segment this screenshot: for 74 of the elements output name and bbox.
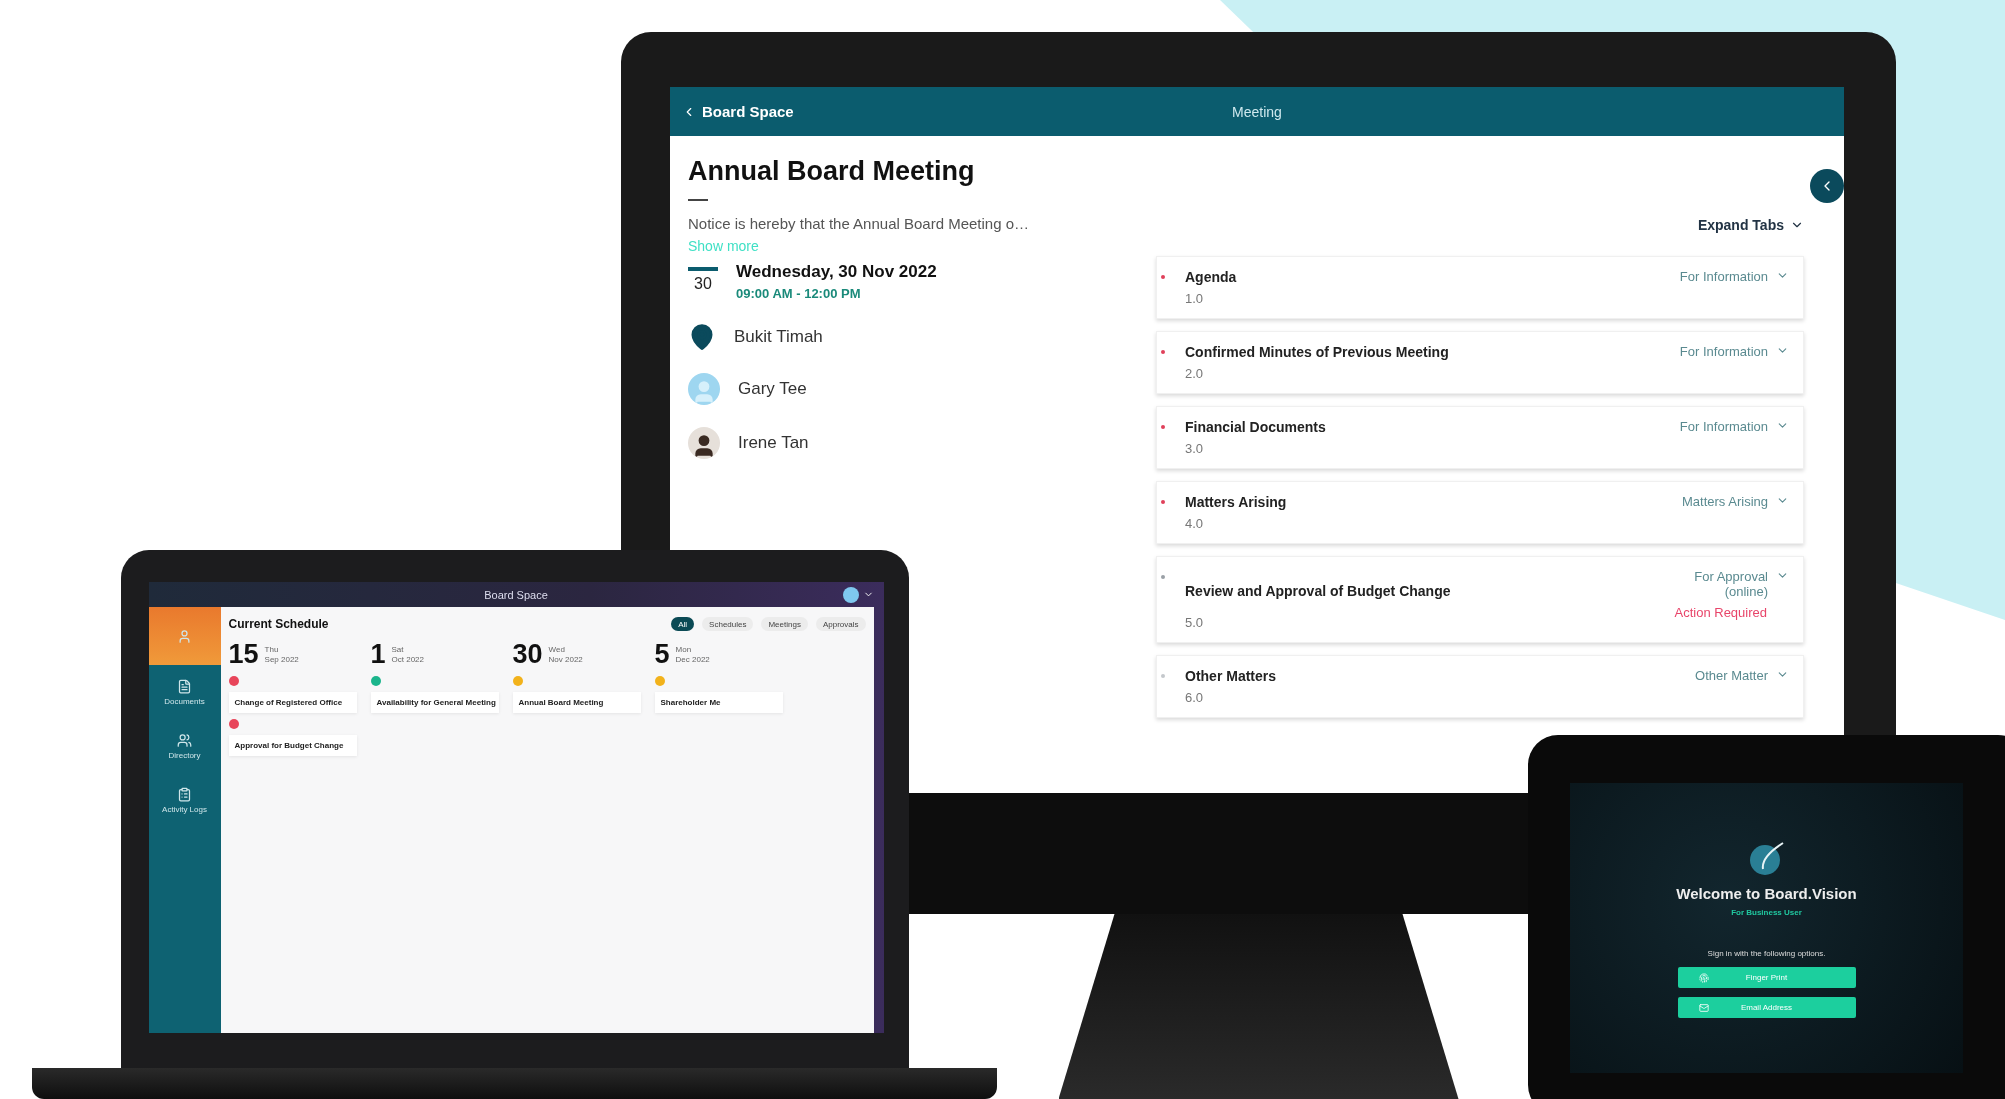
sidebar-item[interactable]: Activity Logs: [148, 773, 221, 827]
day-meta: Mon Dec 2022: [675, 644, 710, 665]
user-avatar-icon[interactable]: [842, 586, 859, 603]
status-dropdown[interactable]: Matters Arising: [1682, 494, 1789, 509]
day-number: 1: [370, 639, 386, 670]
agenda-card[interactable]: Agenda 1.0 For Information: [1156, 256, 1804, 319]
sidebar-item[interactable]: Directory: [148, 719, 221, 773]
status-dropdown[interactable]: For Information: [1679, 419, 1789, 434]
agenda-number: 3.0: [1185, 441, 1205, 456]
agenda-card[interactable]: Confirmed Minutes of Previous Meeting 2.0 For Information: [1156, 331, 1804, 394]
agenda-title: Matters Arising: [1185, 494, 1288, 510]
day-number: 5: [654, 639, 670, 670]
location-text: Bukit Timah: [734, 327, 823, 347]
collapse-button[interactable]: [1810, 169, 1844, 203]
status-dropdown[interactable]: For Approval (online): [1659, 569, 1789, 599]
status-dropdown[interactable]: For Information: [1679, 344, 1789, 359]
event-card[interactable]: Change of Registered Office: [228, 692, 357, 713]
status-dropdown[interactable]: Other Matter: [1695, 668, 1789, 683]
directory-icon: [177, 732, 192, 748]
agenda-title: Review and Approval of Budget Change: [1185, 583, 1452, 599]
agenda-card[interactable]: Other Matters 6.0 Other Matter: [1156, 655, 1804, 718]
agenda-card[interactable]: Financial Documents 3.0 For Information: [1156, 406, 1804, 469]
day-number: 30: [512, 639, 543, 670]
welcome-title: Welcome to Board.Vision: [1676, 885, 1857, 902]
agenda-number: 1.0: [1185, 291, 1205, 306]
event-card[interactable]: Availability for General Meeting: [370, 692, 499, 713]
filter-pill[interactable]: All: [671, 617, 695, 631]
event-card[interactable]: Annual Board Meeting: [512, 692, 641, 713]
agenda-title: Confirmed Minutes of Previous Meeting: [1185, 344, 1450, 360]
event-title: Shareholder Me: [660, 698, 722, 707]
agenda-card[interactable]: Review and Approval of Budget Change 5.0 For Approval (online) Action Required: [1156, 556, 1804, 643]
event-title: Annual Board Meeting: [518, 698, 605, 707]
section-heading: Current Schedule: [228, 617, 329, 631]
meeting-title: Annual Board Meeting: [688, 156, 976, 187]
action-required-label: Action Required: [1674, 605, 1767, 620]
filter-pill[interactable]: Schedules: [702, 617, 754, 631]
filter-pill[interactable]: Approvals: [815, 617, 866, 631]
event-card[interactable]: Shareholder Me: [654, 692, 783, 713]
meeting-time: 09:00 AM - 12:00 PM: [736, 286, 862, 301]
email-icon: [1698, 1002, 1709, 1013]
agenda-title: Other Matters: [1185, 668, 1278, 684]
header-title: Meeting: [1232, 103, 1282, 120]
event-title: Approval for Budget Change: [234, 741, 345, 750]
status-dropdown[interactable]: For Information: [1679, 269, 1789, 284]
sidebar-item[interactable]: Documents: [148, 665, 221, 719]
agenda-number: 4.0: [1185, 516, 1205, 531]
document-icon: [177, 678, 192, 694]
avatar-icon: [688, 373, 720, 405]
welcome-subtitle: For Business User: [1731, 908, 1802, 917]
agenda-number: 2.0: [1185, 366, 1205, 381]
back-link[interactable]: Board Space: [682, 103, 1233, 120]
agenda-card[interactable]: Matters Arising 4.0 Matters Arising: [1156, 481, 1804, 544]
meeting-date: Wednesday, 30 Nov 2022: [736, 262, 937, 282]
agenda-number: 6.0: [1185, 690, 1205, 705]
day-number: 15: [228, 639, 259, 670]
agenda-title: Agenda: [1185, 269, 1238, 285]
fingerprint-icon: [1698, 972, 1709, 983]
notice-text: Notice is hereby that the Annual Board Meeting o…: [688, 215, 1030, 232]
day-meta: Thu Sep 2022: [264, 644, 299, 665]
agenda-title: Financial Documents: [1185, 419, 1327, 435]
day-meta: Sat Oct 2022: [391, 644, 424, 665]
agenda-number: 5.0: [1185, 615, 1205, 630]
app-title: Board Space: [484, 588, 548, 601]
day-meta: Wed Nov 2022: [548, 644, 583, 665]
event-title: Change of Registered Office: [234, 698, 344, 707]
avatar-icon: [688, 427, 720, 459]
attendee-name: Gary Tee: [738, 379, 807, 399]
event-card[interactable]: Approval for Budget Change: [228, 735, 357, 756]
log-icon: [177, 786, 192, 802]
sign-in-hint: Sign in with the following options.: [1707, 949, 1826, 958]
person-icon: [177, 628, 192, 644]
expand-tabs-button[interactable]: Expand Tabs: [1697, 217, 1804, 233]
attendee-name: Irene Tan: [738, 433, 809, 453]
filter-pill[interactable]: Meetings: [761, 617, 808, 631]
